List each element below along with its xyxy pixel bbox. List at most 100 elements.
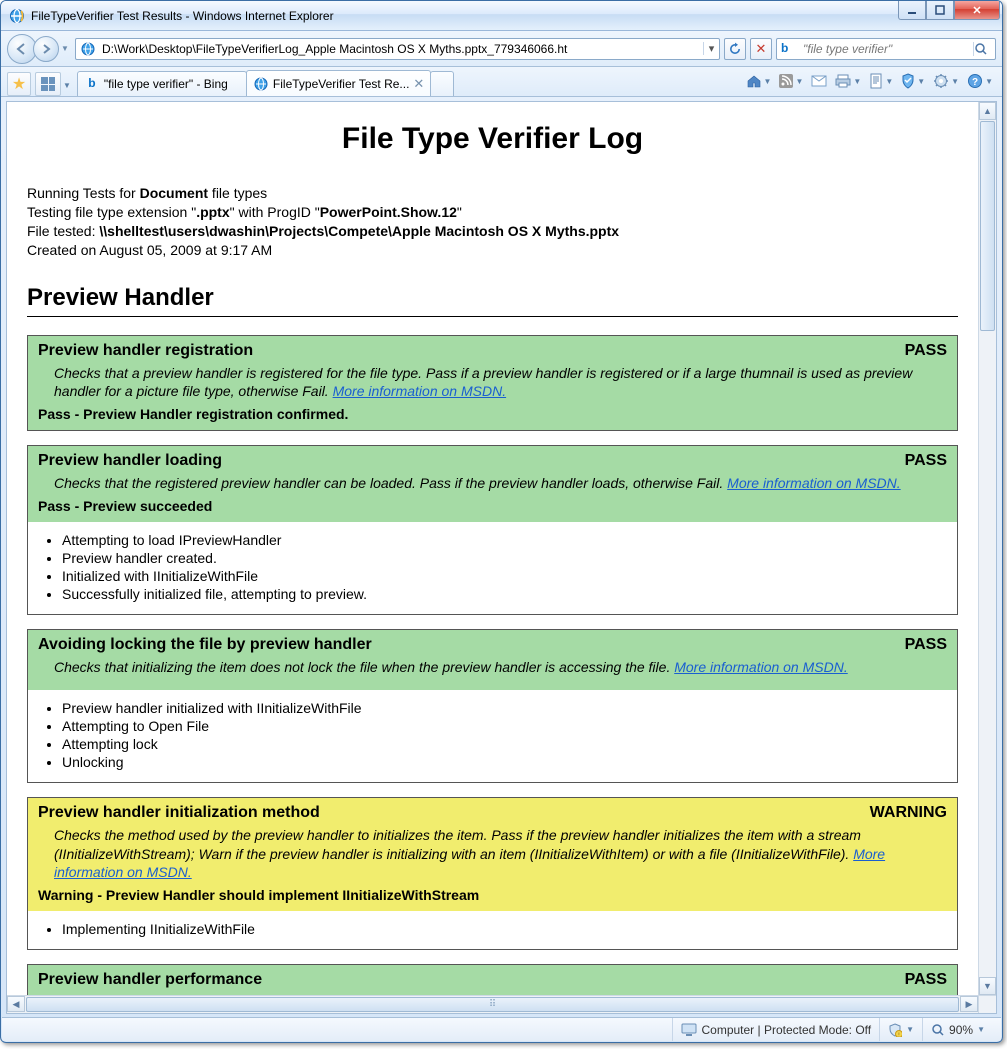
home-button[interactable]: ▼ [743, 70, 775, 92]
address-dropdown-icon[interactable]: ▾ [703, 42, 719, 55]
computer-icon [681, 1023, 697, 1037]
test-header: Preview handler performancePASS [28, 965, 957, 995]
test-header: Preview handler registrationPASSChecks t… [28, 336, 957, 430]
test-status: PASS [905, 636, 947, 654]
quick-tabs-button[interactable] [35, 72, 61, 96]
scroll-right-button[interactable]: ▶ [960, 996, 978, 1012]
test-body: Implementing IInitializeWithFile [28, 911, 957, 949]
help-menu-button[interactable]: ?▼ [964, 70, 996, 92]
test-result: Pass - Preview succeeded [38, 498, 947, 514]
test-body: Preview handler initialized with IInitia… [28, 690, 957, 782]
intro-text: file types [208, 185, 267, 201]
read-mail-button[interactable] [808, 70, 830, 92]
test-status: WARNING [870, 804, 947, 822]
scroll-thumb-horizontal[interactable]: ⠿ [26, 997, 959, 1012]
test-title: Preview handler initialization method [38, 804, 320, 822]
command-bar: ▼ ▼ ▼ ▼ ▼ ▼ ?▼ [743, 70, 996, 92]
intro-filetype: Document [140, 185, 208, 201]
test-log-line: Attempting to Open File [62, 718, 947, 734]
test-item: Preview handler registrationPASSChecks t… [27, 335, 958, 431]
forward-button[interactable] [33, 36, 59, 62]
minimize-button[interactable] [898, 1, 926, 20]
intro-text: Running Tests for [27, 185, 140, 201]
bing-icon: b [781, 41, 797, 57]
address-input[interactable] [100, 40, 703, 58]
test-status: PASS [905, 342, 947, 360]
maximize-button[interactable] [926, 1, 954, 20]
close-button[interactable]: ✕ [954, 1, 1000, 20]
search-input[interactable] [801, 41, 973, 57]
vertical-scrollbar[interactable]: ▲ ▼ [978, 102, 996, 995]
test-title: Preview handler registration [38, 342, 253, 360]
test-log-line: Unlocking [62, 754, 947, 770]
intro-extension: .pptx [196, 204, 229, 220]
tab-bar: ★ ▼ b "file type verifier" - Bing FileTy… [1, 67, 1002, 97]
test-status: PASS [905, 971, 947, 989]
test-status: PASS [905, 452, 947, 470]
search-go-button[interactable] [973, 42, 995, 56]
scroll-thumb[interactable] [980, 121, 995, 331]
page-menu-button[interactable]: ▼ [866, 70, 896, 92]
print-button[interactable]: ▼ [832, 70, 864, 92]
tab-verifier-results[interactable]: FileTypeVerifier Test Re... ✕ [246, 70, 431, 96]
chevron-down-icon: ▼ [977, 1025, 985, 1034]
zoom-control[interactable]: 90% ▼ [922, 1018, 993, 1041]
svg-text:!: ! [898, 1032, 899, 1037]
refresh-button[interactable] [724, 38, 746, 60]
document-body: File Type Verifier Log Running Tests for… [7, 102, 978, 995]
msdn-link[interactable]: More information on MSDN. [333, 383, 507, 399]
test-log-line: Successfully initialized file, attemptin… [62, 586, 947, 602]
titlebar: FileTypeVerifier Test Results - Windows … [1, 1, 1002, 31]
test-description: Checks that initializing the item does n… [54, 658, 947, 676]
test-log-line: Preview handler created. [62, 550, 947, 566]
favorites-button[interactable]: ★ [7, 72, 31, 96]
new-tab-button[interactable] [430, 71, 454, 96]
scroll-up-button[interactable]: ▲ [979, 102, 996, 120]
test-result: Warning - Preview Handler should impleme… [38, 887, 947, 903]
intro-created: Created on August 05, 2009 at 9:17 AM [27, 241, 958, 260]
svg-text:?: ? [972, 77, 978, 88]
test-log-line: Initialized with IInitializeWithFile [62, 568, 947, 584]
test-body: Attempting to load IPreviewHandler Previe… [28, 522, 957, 614]
test-item: Avoiding locking the file by preview han… [27, 629, 958, 783]
test-log-line: Attempting lock [62, 736, 947, 752]
test-result: Pass - Preview Handler registration conf… [38, 406, 947, 422]
msdn-link[interactable]: More information on MSDN. [727, 475, 901, 491]
tab-close-button[interactable]: ✕ [413, 76, 424, 92]
address-bar[interactable]: ▾ [75, 38, 720, 60]
window-title: FileTypeVerifier Test Results - Windows … [31, 9, 334, 23]
safety-menu-button[interactable]: ▼ [898, 70, 928, 92]
test-header: Preview handler loadingPASSChecks that t… [28, 446, 957, 522]
stop-button[interactable]: ✕ [750, 38, 772, 60]
test-title: Avoiding locking the file by preview han… [38, 636, 372, 654]
protected-mode-indicator[interactable]: ! ▼ [879, 1018, 922, 1041]
search-box[interactable]: b [776, 38, 996, 60]
intro-block: Running Tests for Document file types Te… [27, 184, 958, 260]
nav-toolbar: ▼ ▾ ✕ b [1, 31, 1002, 67]
msdn-link[interactable]: More information on MSDN. [674, 659, 848, 675]
test-log-line: Implementing IInitializeWithFile [62, 921, 947, 937]
test-header: Preview handler initialization method WAR… [28, 798, 957, 911]
test-description: Checks that the registered preview handl… [54, 474, 947, 492]
window-frame: FileTypeVerifier Test Results - Windows … [0, 0, 1003, 1043]
intro-filepath: \\shelltest\users\dwashin\Projects\Compe… [99, 223, 619, 239]
tools-menu-button[interactable]: ▼ [930, 70, 962, 92]
quick-tabs-dropdown-icon[interactable]: ▼ [63, 81, 71, 90]
test-log-line: Preview handler initialized with IInitia… [62, 700, 947, 716]
scroll-left-button[interactable]: ◀ [7, 996, 25, 1012]
test-description: Checks the method used by the preview ha… [54, 826, 947, 881]
status-bar: Computer | Protected Mode: Off ! ▼ 90% ▼ [2, 1017, 1001, 1041]
intro-text: File tested: [27, 223, 99, 239]
horizontal-scrollbar[interactable]: ◀ ⠿ ▶ [7, 995, 978, 1013]
history-dropdown-icon[interactable]: ▼ [61, 44, 71, 53]
scroll-down-button[interactable]: ▼ [979, 977, 996, 995]
zoom-level: 90% [949, 1023, 973, 1037]
tab-bing-search[interactable]: b "file type verifier" - Bing [77, 71, 247, 96]
feeds-button[interactable]: ▼ [776, 70, 806, 92]
content-viewport: File Type Verifier Log Running Tests for… [6, 101, 997, 1014]
test-log-line: Attempting to load IPreviewHandler [62, 532, 947, 548]
intro-text: " with ProgID " [230, 204, 320, 220]
page-title: File Type Verifier Log [27, 122, 958, 156]
test-item: Preview handler initialization method WAR… [27, 797, 958, 950]
msdn-link[interactable]: More information on MSDN. [54, 846, 885, 880]
